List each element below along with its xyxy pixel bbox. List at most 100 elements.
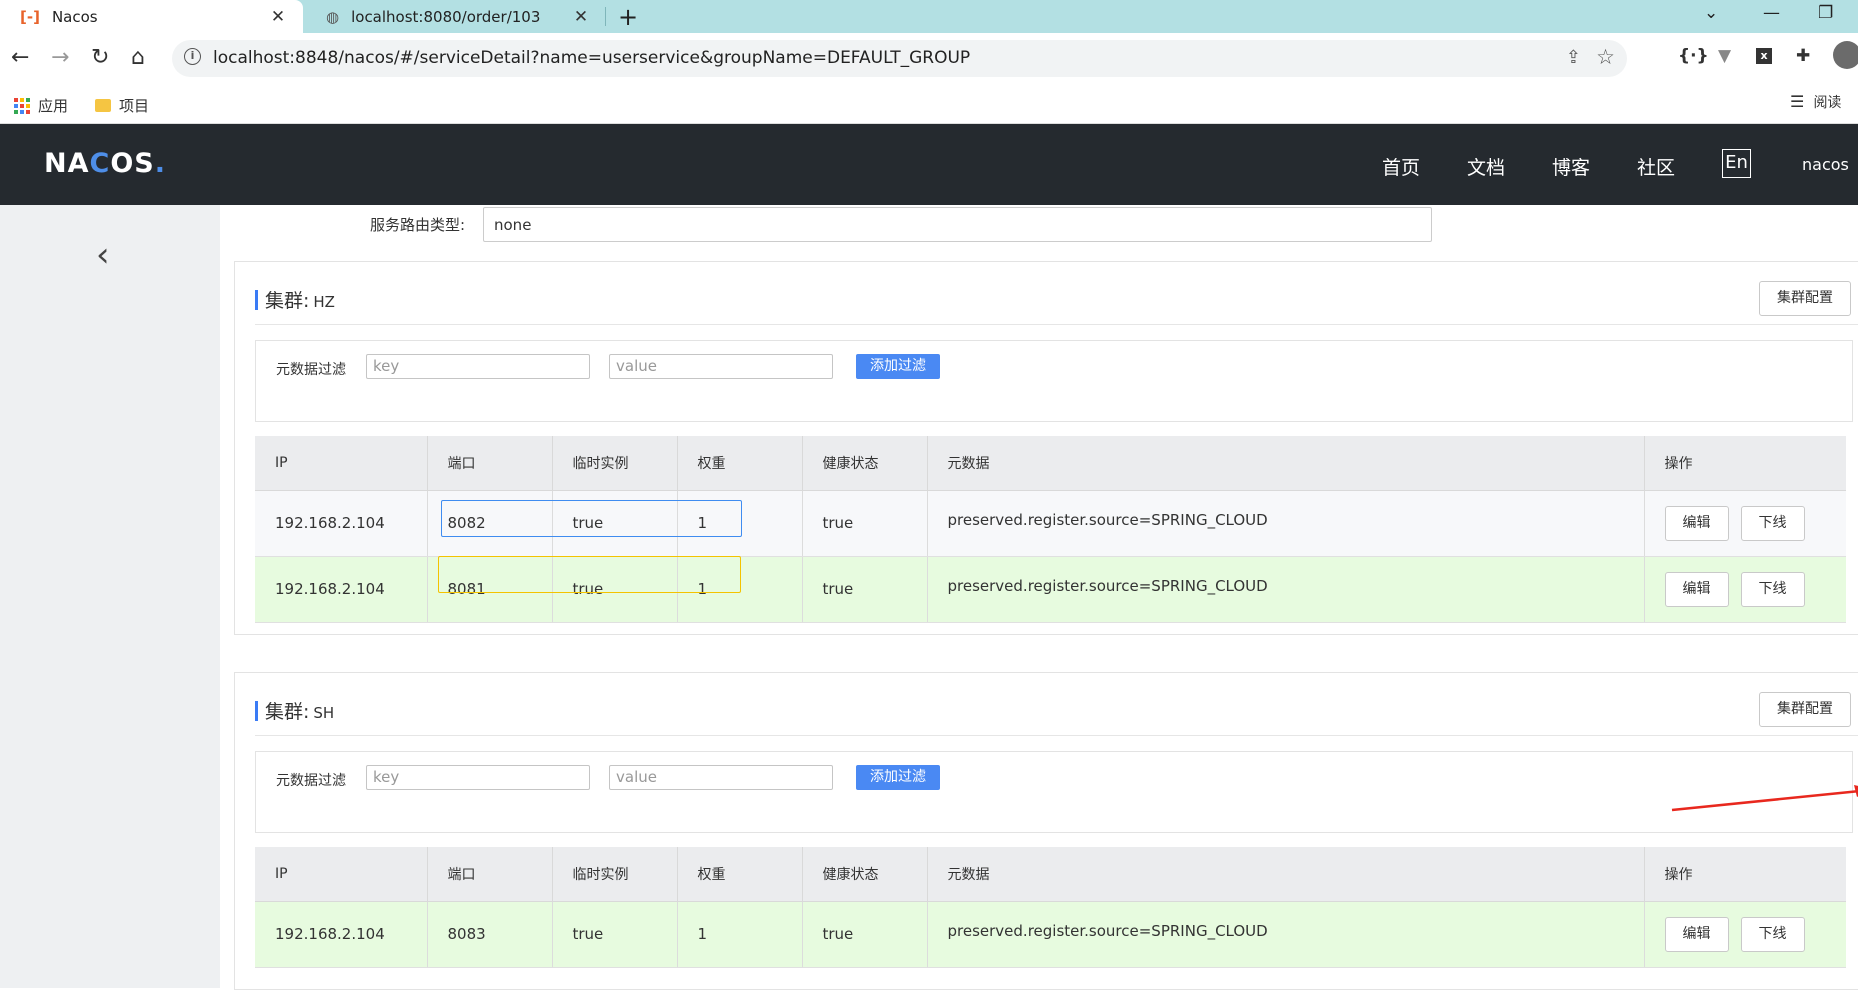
bookmark-apps[interactable]: 应用 xyxy=(14,95,68,116)
site-info-icon[interactable]: i xyxy=(184,48,201,65)
col-metadata: 元数据 xyxy=(927,847,1645,902)
offline-button[interactable]: 下线 xyxy=(1740,916,1805,952)
title-accent-bar xyxy=(255,701,258,721)
divider xyxy=(255,735,1858,736)
offline-button[interactable]: 下线 xyxy=(1740,505,1805,541)
cell-metadata: preserved.register.source=SPRING_CLOUD xyxy=(927,490,1645,557)
forward-arrow-icon[interactable]: → xyxy=(51,45,69,70)
cluster-title-label: 集群: xyxy=(265,290,310,312)
bookmark-projects[interactable]: 项目 xyxy=(95,95,149,116)
edit-button[interactable]: 编辑 xyxy=(1664,505,1729,541)
metadata-filter: 元数据过滤 key value 添加过滤 xyxy=(255,340,1853,422)
reading-list[interactable]: ☰ 阅读 xyxy=(1790,92,1841,112)
reading-list-label: 阅读 xyxy=(1813,95,1842,111)
nacos-header: NACOS. 首页 文档 博客 社区 En nacos xyxy=(0,124,1858,205)
filter-key-input[interactable]: key xyxy=(366,354,590,379)
table-header-row: IP 端口 临时实例 权重 健康状态 元数据 操作 xyxy=(255,436,1846,491)
globe-icon: ◍ xyxy=(326,7,340,26)
collapse-chevron-left-icon[interactable]: ‹ xyxy=(96,235,110,275)
cluster-panel-sh: 集群: SH 集群配置 元数据过滤 key value 添加过滤 IP 端口 临… xyxy=(234,672,1858,990)
browser-toolbar: ← → ↻ ⌂ i localhost:8848/nacos/#/service… xyxy=(0,33,1858,86)
vue-devtools-icon[interactable]: ▼ xyxy=(1718,46,1731,66)
new-tab-icon[interactable]: + xyxy=(618,3,638,31)
bookmark-label: 项目 xyxy=(119,97,150,115)
cell-actions: 编辑 下线 xyxy=(1644,556,1846,623)
close-tab-icon[interactable]: ✕ xyxy=(265,7,291,27)
language-switch-button[interactable]: En xyxy=(1722,149,1751,178)
tab-divider xyxy=(605,7,606,26)
extension-x-icon[interactable]: x xyxy=(1756,48,1772,64)
cluster-config-button[interactable]: 集群配置 xyxy=(1759,281,1851,316)
metadata-filter: 元数据过滤 key value 添加过滤 xyxy=(255,751,1853,833)
col-ip: IP xyxy=(255,847,428,902)
edit-button[interactable]: 编辑 xyxy=(1664,571,1729,607)
current-user[interactable]: nacos xyxy=(1802,155,1849,174)
col-ip: IP xyxy=(255,436,428,491)
menu-docs[interactable]: 文档 xyxy=(1467,153,1505,180)
cell-health: true xyxy=(802,556,928,623)
col-actions: 操作 xyxy=(1644,847,1846,902)
reload-icon[interactable]: ↻ xyxy=(91,45,109,70)
cell-health: true xyxy=(802,901,928,968)
bookmarks-bar: 应用 项目 ☰ 阅读 xyxy=(0,86,1858,124)
cell-actions: 编辑 下线 xyxy=(1644,901,1846,968)
menu-blog[interactable]: 博客 xyxy=(1552,153,1590,180)
folder-icon xyxy=(95,99,111,112)
divider xyxy=(255,324,1858,325)
cell-ip: 192.168.2.104 xyxy=(255,901,428,968)
tab-title: localhost:8080/order/103 xyxy=(351,7,541,26)
route-type-field[interactable]: none xyxy=(483,207,1432,242)
json-extension-icon[interactable]: {·} xyxy=(1678,46,1709,66)
metadata-filter-label: 元数据过滤 xyxy=(276,362,346,378)
cell-ephemeral: true xyxy=(552,901,678,968)
filter-key-input[interactable]: key xyxy=(366,765,590,790)
apps-grid-icon xyxy=(14,97,30,114)
nacos-logo[interactable]: NACOS. xyxy=(44,148,166,179)
filter-value-input[interactable]: value xyxy=(609,765,833,790)
cluster-panel-hz: 集群: HZ 集群配置 元数据过滤 key value 添加过滤 IP 端口 临… xyxy=(234,261,1858,635)
cluster-title: 集群: HZ xyxy=(255,286,335,313)
col-weight: 权重 xyxy=(677,847,803,902)
back-arrow-icon[interactable]: ← xyxy=(11,45,29,70)
browser-tab-nacos[interactable]: [-] Nacos ✕ xyxy=(0,0,303,33)
close-tab-icon[interactable]: ✕ xyxy=(568,7,594,27)
offline-button[interactable]: 下线 xyxy=(1740,571,1805,607)
col-ephemeral: 临时实例 xyxy=(552,847,678,902)
cluster-title: 集群: SH xyxy=(255,697,334,724)
address-bar[interactable]: i localhost:8848/nacos/#/serviceDetail?n… xyxy=(172,40,1627,77)
cluster-name: HZ xyxy=(313,293,335,311)
add-filter-button[interactable]: 添加过滤 xyxy=(856,354,940,379)
service-detail-main: 服务路由类型: none 集群: HZ 集群配置 元数据过滤 key value… xyxy=(220,205,1858,990)
bookmark-star-icon[interactable]: ☆ xyxy=(1596,45,1615,69)
menu-home[interactable]: 首页 xyxy=(1382,153,1420,180)
tab-search-chevron-icon[interactable]: ⌄ xyxy=(1704,3,1718,23)
maximize-icon[interactable]: ❐ xyxy=(1818,3,1833,23)
table-row: 192.168.2.104 8083 true 1 true preserved… xyxy=(255,901,1846,968)
route-type-label: 服务路由类型: xyxy=(370,216,466,234)
menu-community[interactable]: 社区 xyxy=(1637,153,1675,180)
share-icon[interactable]: ⇪ xyxy=(1566,47,1581,68)
minimize-icon[interactable]: — xyxy=(1763,3,1780,23)
home-icon[interactable]: ⌂ xyxy=(131,45,145,70)
extensions-puzzle-icon[interactable]: ✚ xyxy=(1796,46,1810,66)
cell-weight: 1 xyxy=(677,901,803,968)
profile-avatar[interactable] xyxy=(1833,41,1858,69)
col-port: 端口 xyxy=(427,436,553,491)
cluster-name: SH xyxy=(313,704,335,722)
col-metadata: 元数据 xyxy=(927,436,1645,491)
browser-tab-order[interactable]: ◍ localhost:8080/order/103 ✕ xyxy=(306,0,606,33)
filter-value-input[interactable]: value xyxy=(609,354,833,379)
col-port: 端口 xyxy=(427,847,553,902)
reading-list-icon: ☰ xyxy=(1790,92,1805,111)
add-filter-button[interactable]: 添加过滤 xyxy=(856,765,940,790)
sidebar: ‹ xyxy=(0,205,220,988)
highlight-box-blue xyxy=(441,500,742,537)
cell-actions: 编辑 下线 xyxy=(1644,490,1846,557)
url-text[interactable]: localhost:8848/nacos/#/serviceDetail?nam… xyxy=(213,48,970,68)
title-accent-bar xyxy=(255,290,258,310)
col-ephemeral: 临时实例 xyxy=(552,436,678,491)
col-actions: 操作 xyxy=(1644,436,1846,491)
col-health: 健康状态 xyxy=(802,436,928,491)
cluster-config-button[interactable]: 集群配置 xyxy=(1759,692,1851,727)
edit-button[interactable]: 编辑 xyxy=(1664,916,1729,952)
